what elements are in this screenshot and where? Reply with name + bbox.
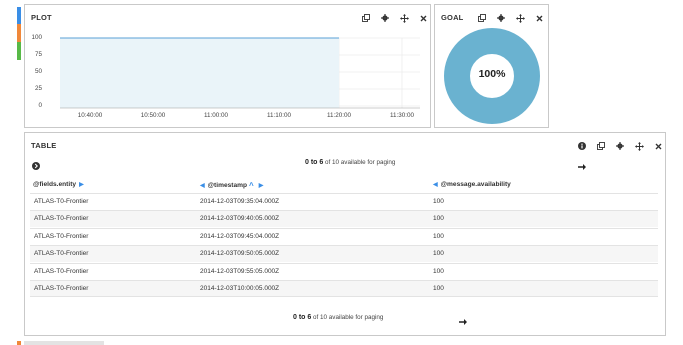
gear-icon[interactable]: [496, 13, 506, 23]
cell-entity: ATLAS-T0-Frontier: [34, 250, 89, 257]
column-header-label: @message.availability: [440, 181, 511, 188]
cell-timestamp: 2014-12-03T09:50:05.000Z: [200, 250, 280, 257]
cell-timestamp: 2014-12-03T09:40:05.000Z: [200, 215, 280, 222]
table-pager-bottom: 0 to 6 of 10 available for paging: [293, 314, 383, 321]
plot-chart[interactable]: [50, 30, 425, 112]
x-tick-label: 11:30:00: [389, 112, 415, 119]
move-column-left-icon[interactable]: ◀: [433, 181, 438, 188]
cell-entity: ATLAS-T0-Frontier: [34, 198, 89, 205]
y-tick-label: 25: [34, 85, 42, 92]
cell-entity: ATLAS-T0-Frontier: [34, 215, 89, 222]
cell-availability: 100: [433, 250, 444, 257]
table-row[interactable]: ATLAS-T0-Frontier 2014-12-03T09:50:05.00…: [30, 245, 658, 262]
close-icon[interactable]: [534, 13, 544, 23]
x-tick-label: 11:20:00: [326, 112, 352, 119]
sort-ascending-icon[interactable]: ^: [249, 181, 254, 190]
pager-text: of 10 available for paging: [313, 314, 384, 321]
plot-panel-toolbar: [352, 13, 428, 23]
close-icon[interactable]: [418, 13, 428, 23]
goal-panel-toolbar: [468, 13, 544, 23]
column-header-label: @fields.entity: [33, 181, 77, 188]
field-list-toggle-icon[interactable]: [32, 157, 40, 175]
info-icon[interactable]: [577, 141, 587, 151]
move-column-right-icon[interactable]: ▶: [259, 182, 264, 189]
next-page-arrow-icon[interactable]: [459, 313, 467, 331]
move-icon[interactable]: [399, 13, 409, 23]
column-header-timestamp[interactable]: ◀ @timestamp ^ ▶: [200, 181, 266, 190]
gear-icon[interactable]: [615, 141, 625, 151]
y-tick-label: 0: [38, 102, 42, 109]
row-color-bar-green[interactable]: [17, 42, 21, 60]
copy-icon[interactable]: [361, 13, 371, 23]
move-column-right-icon[interactable]: ▶: [79, 181, 84, 188]
move-icon[interactable]: [634, 141, 644, 151]
table-title: TABLE: [31, 141, 57, 150]
x-tick-label: 11:10:00: [266, 112, 292, 119]
x-tick-label: 10:40:00: [77, 112, 103, 119]
copy-icon[interactable]: [477, 13, 487, 23]
plot-title: PLOT: [31, 13, 52, 22]
column-header-message-availability[interactable]: ◀ @message.availability: [433, 181, 511, 188]
move-icon[interactable]: [515, 13, 525, 23]
row-color-bar-blue[interactable]: [17, 7, 21, 24]
cell-timestamp: 2014-12-03T09:55:05.000Z: [200, 268, 280, 275]
next-page-arrow-icon[interactable]: [578, 158, 586, 176]
gear-icon[interactable]: [380, 13, 390, 23]
cell-availability: 100: [433, 215, 444, 222]
table-row[interactable]: ATLAS-T0-Frontier 2014-12-03T09:40:05.00…: [30, 210, 658, 227]
column-header-fields-entity[interactable]: @fields.entity ▶: [33, 181, 87, 188]
copy-icon[interactable]: [596, 141, 606, 151]
move-column-left-icon[interactable]: ◀: [200, 182, 205, 189]
goal-value-label: 100%: [478, 68, 506, 80]
y-tick-label: 50: [34, 68, 42, 75]
goal-title: GOAL: [441, 13, 464, 22]
pager-text: of 10 available for paging: [325, 159, 396, 166]
table-panel-toolbar: [568, 141, 663, 151]
cell-timestamp: 2014-12-03T09:45:04.000Z: [200, 233, 280, 240]
cell-timestamp: 2014-12-03T10:00:05.000Z: [200, 285, 280, 292]
x-tick-label: 10:50:00: [140, 112, 166, 119]
cell-availability: 100: [433, 285, 444, 292]
table-row[interactable]: ATLAS-T0-Frontier 2014-12-03T09:45:04.00…: [30, 228, 658, 245]
table-pager-top: 0 to 6 of 10 available for paging: [305, 159, 395, 166]
cell-entity: ATLAS-T0-Frontier: [34, 285, 89, 292]
column-header-label: @timestamp: [207, 182, 248, 189]
pager-range: 0 to 6: [305, 159, 324, 166]
cell-timestamp: 2014-12-03T09:35:04.000Z: [200, 198, 280, 205]
pager-range: 0 to 6: [293, 314, 312, 321]
table-row[interactable]: ATLAS-T0-Frontier 2014-12-03T09:35:04.00…: [30, 193, 658, 210]
area-fill: [60, 38, 339, 108]
cell-entity: ATLAS-T0-Frontier: [34, 268, 89, 275]
cell-availability: 100: [433, 268, 444, 275]
table-row[interactable]: ATLAS-T0-Frontier 2014-12-03T10:00:05.00…: [30, 280, 658, 297]
row-color-bar-orange[interactable]: [17, 24, 21, 42]
cell-availability: 100: [433, 198, 444, 205]
cell-availability: 100: [433, 233, 444, 240]
add-row-tab[interactable]: [24, 341, 104, 345]
row-color-bar-orange-bottom[interactable]: [17, 341, 21, 345]
close-icon[interactable]: [653, 141, 663, 151]
table-row[interactable]: ATLAS-T0-Frontier 2014-12-03T09:55:05.00…: [30, 263, 658, 280]
y-tick-label: 100: [31, 34, 42, 41]
x-tick-label: 11:00:00: [203, 112, 229, 119]
cell-entity: ATLAS-T0-Frontier: [34, 233, 89, 240]
y-tick-label: 75: [34, 51, 42, 58]
